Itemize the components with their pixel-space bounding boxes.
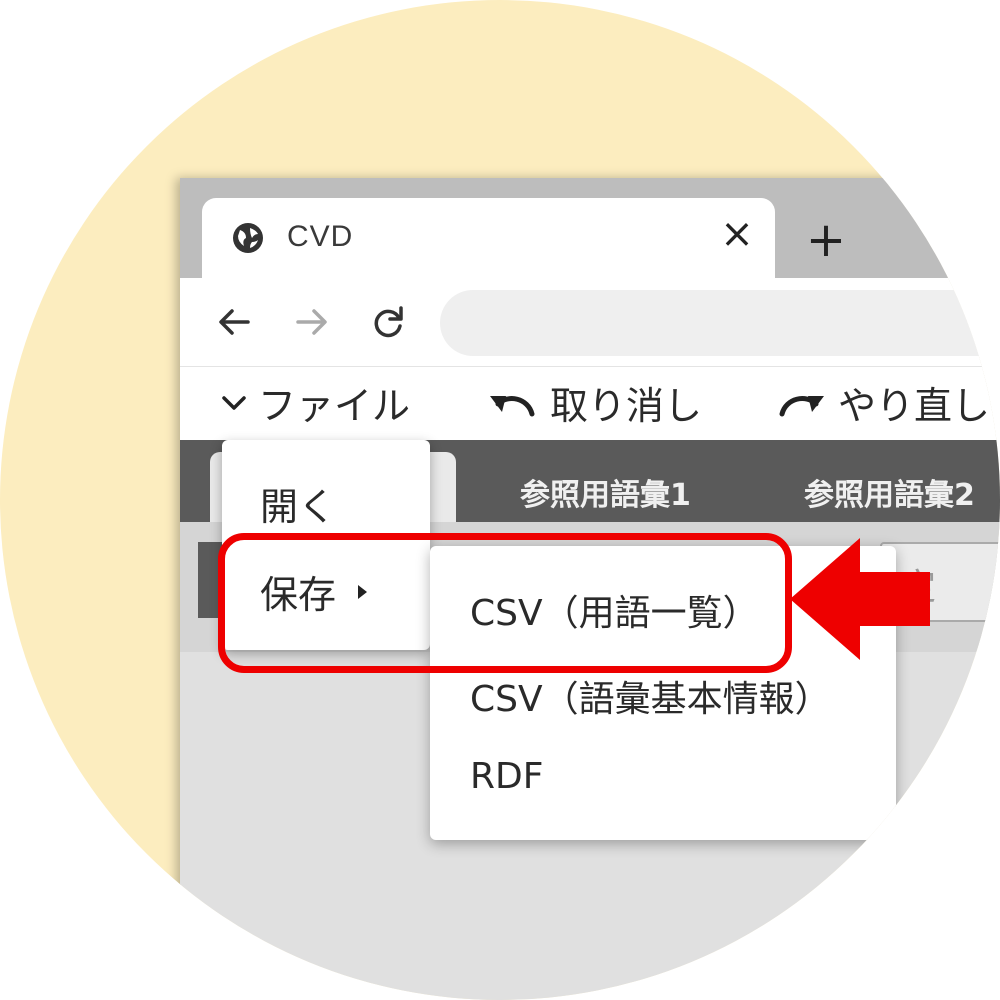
redo-icon <box>779 395 824 416</box>
undo-label: 取り消し <box>550 384 703 428</box>
address-bar[interactable] <box>440 290 1000 356</box>
submenu-item-csv-vocab-info[interactable]: CSV（語彙基本情報） <box>470 670 831 722</box>
arrow-right-icon[interactable] <box>288 298 336 346</box>
arrow-left-icon[interactable] <box>210 298 258 346</box>
highlight-box <box>218 533 792 673</box>
tab-strip: CVD × + <box>180 178 1000 280</box>
file-menu-label: ファイル <box>258 384 411 428</box>
tab-reference-vocab-2[interactable]: 参照用語彙2 <box>804 470 975 514</box>
reload-icon[interactable] <box>364 298 412 346</box>
menu-item-open[interactable]: 開く <box>260 476 336 531</box>
navigation-bar <box>180 278 1000 366</box>
undo-button[interactable]: 取り消し <box>486 375 702 430</box>
submenu-item-rdf[interactable]: RDF <box>470 756 543 797</box>
pointer-arrow-icon <box>790 538 930 660</box>
app-toolbar: ファイル 取り消し やり直し <box>180 366 1000 441</box>
chevron-down-icon <box>222 395 246 410</box>
undo-icon <box>490 395 535 416</box>
tab-reference-vocab-1[interactable]: 参照用語彙1 <box>520 470 691 514</box>
file-menu-button[interactable]: ファイル <box>220 375 410 430</box>
redo-button[interactable]: やり直し <box>774 375 990 430</box>
redo-label: やり直し <box>838 384 991 428</box>
close-tab-icon[interactable]: × <box>717 214 757 254</box>
browser-tab[interactable]: CVD × <box>202 198 775 280</box>
new-tab-button[interactable]: + <box>802 216 850 266</box>
circle-frame: CVD × + ファイル 取り消し やり直し 参照用語彙1 参照用語彙2 開く … <box>0 0 1000 1000</box>
globe-icon <box>233 223 263 253</box>
tab-title: CVD <box>287 220 354 253</box>
